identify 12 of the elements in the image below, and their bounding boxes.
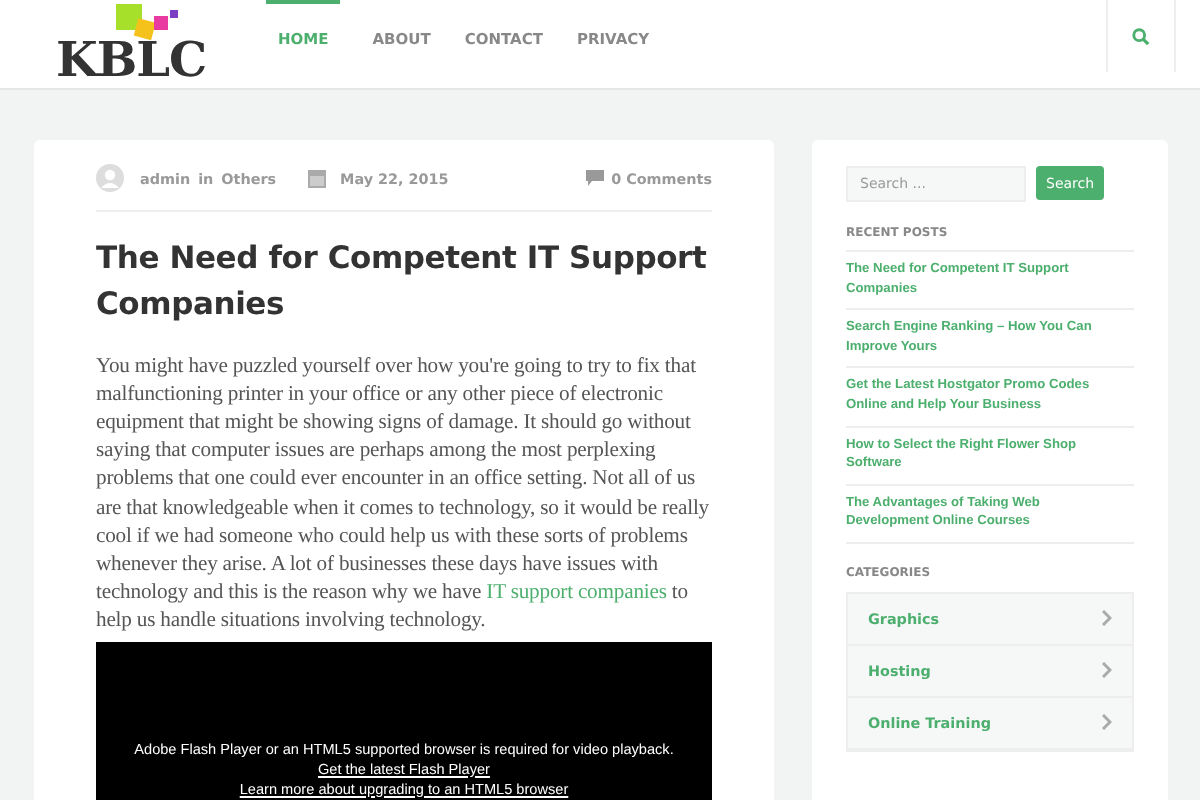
post-title: The Need for Competent IT Support Companies: [96, 238, 709, 327]
search-icon: [1132, 27, 1150, 45]
chevron-icon: [1102, 610, 1112, 627]
chevron-icon: [1102, 662, 1112, 679]
calendar-icon: [308, 168, 327, 188]
comment-icon: [585, 170, 604, 186]
chevron-icon: [1102, 714, 1112, 731]
inline-link[interactable]: IT support companies: [486, 582, 667, 605]
post-paragraph: You might have puzzled yourself over how you're going to try to fix that malfunctioning printer in your office or any other piece of electronic equipment that might be showing signs of damage. It should go without saying that computer issues are perhaps among the most perplexing problems that one could ever encounter in an office setting. Not all of us are that knowledgeable when it comes to technology, so it would be really cool if we had someone who could help us with these sorts of problems whenever they arise. A lot of businesses these days have issues with technology and this is the reason why we have IT support companies to help us handle situations involving technology.: [96, 353, 711, 637]
search-button[interactable]: [1106, 0, 1176, 72]
site-logo[interactable]: KBLC: [56, 36, 207, 84]
avatar-icon: [96, 164, 124, 192]
